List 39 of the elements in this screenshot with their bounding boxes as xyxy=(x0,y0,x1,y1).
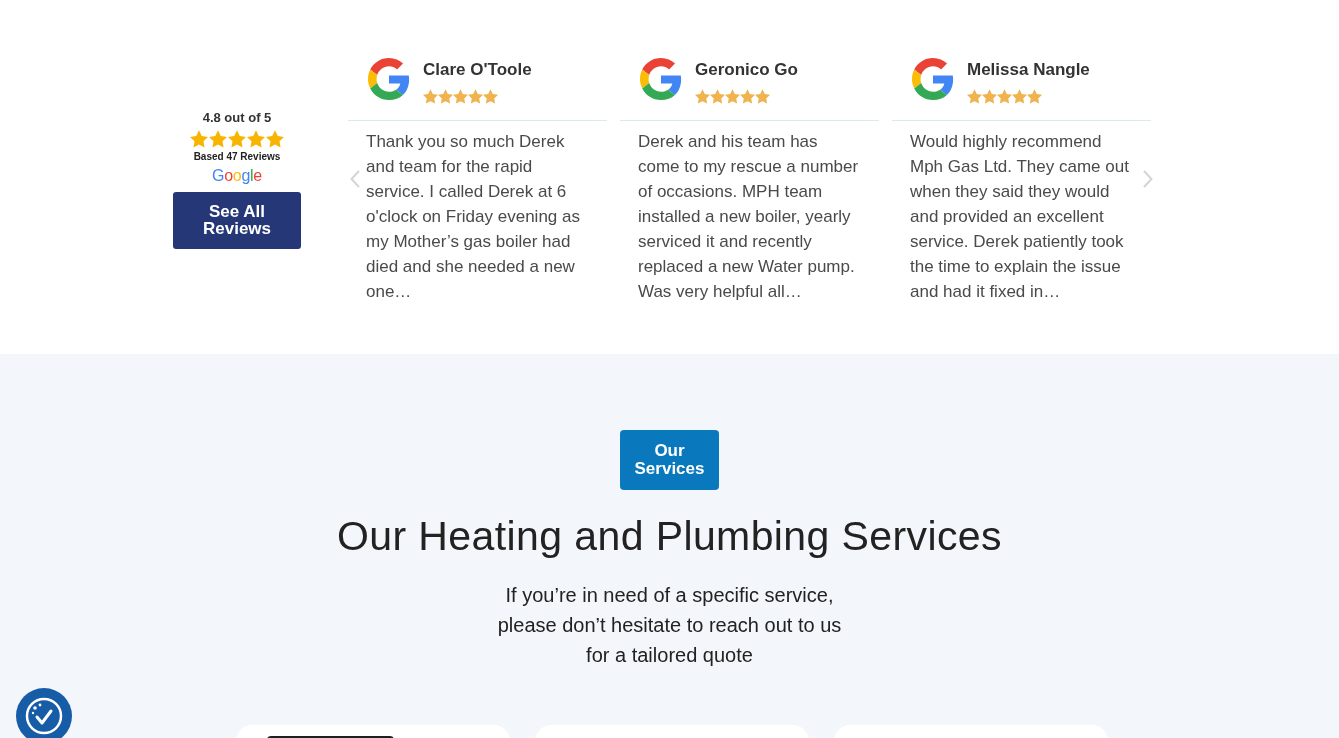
google-g-icon xyxy=(912,58,954,100)
star-icon xyxy=(997,89,1012,104)
reviewer-name: Clare O'Toole xyxy=(423,60,532,80)
reviewer-name: Geronico Go xyxy=(695,60,798,80)
star-icon xyxy=(468,89,483,104)
check-circle-icon xyxy=(24,696,64,736)
chevron-left-icon xyxy=(350,170,360,188)
star-icon xyxy=(266,129,284,148)
star-icon xyxy=(1027,89,1042,104)
chevron-right-icon xyxy=(1143,170,1153,188)
star-icon xyxy=(982,89,997,104)
star-icon xyxy=(740,89,755,104)
star-icon xyxy=(209,129,227,148)
star-icon xyxy=(228,129,246,148)
star-icon xyxy=(453,89,468,104)
star-icon xyxy=(1012,89,1027,104)
google-g-icon xyxy=(640,58,682,100)
google-g-icon xyxy=(368,58,410,100)
rating-score: 4.8 out of 5 xyxy=(202,109,272,126)
star-icon xyxy=(190,129,208,148)
review-text: Would highly recommend Mph Gas Ltd. They came out when they said they would and provided an excellent service. Derek patiently took the time to explain the issue and had it fixed in… xyxy=(910,131,1130,303)
see-all-reviews-button[interactable]: See All Reviews xyxy=(173,191,301,249)
star-icon xyxy=(755,89,770,104)
star-icon xyxy=(247,129,265,148)
star-icon xyxy=(967,89,982,104)
google-logo: Google xyxy=(212,165,262,186)
section-intro: If you’re in need of a specific service, please don’t hesitate to reach out to us for a tailored quote xyxy=(496,583,843,668)
reviewer-name: Melissa Nangle xyxy=(967,60,1090,80)
star-icon xyxy=(695,89,710,104)
star-icon xyxy=(710,89,725,104)
star-icon xyxy=(438,89,453,104)
star-icon xyxy=(423,89,438,104)
section-heading: Our Heating and Plumbing Services xyxy=(337,512,1002,560)
review-count: Based 47 Reviews xyxy=(193,149,281,163)
star-icon xyxy=(725,89,740,104)
review-text: Derek and his team has come to my rescue a number of occasions. MPH team installed a new boiler, yearly serviced it and recently replaced a new Water pump. Was very helpful all… xyxy=(638,131,860,303)
star-icon xyxy=(483,89,498,104)
section-badge: Our Services xyxy=(620,430,719,490)
review-text: Thank you so much Derek and team for the rapid service. I called Derek at 6 o'clock on Friday evening as my Mother’s gas boiler had died and she needed a new one… xyxy=(366,131,581,303)
